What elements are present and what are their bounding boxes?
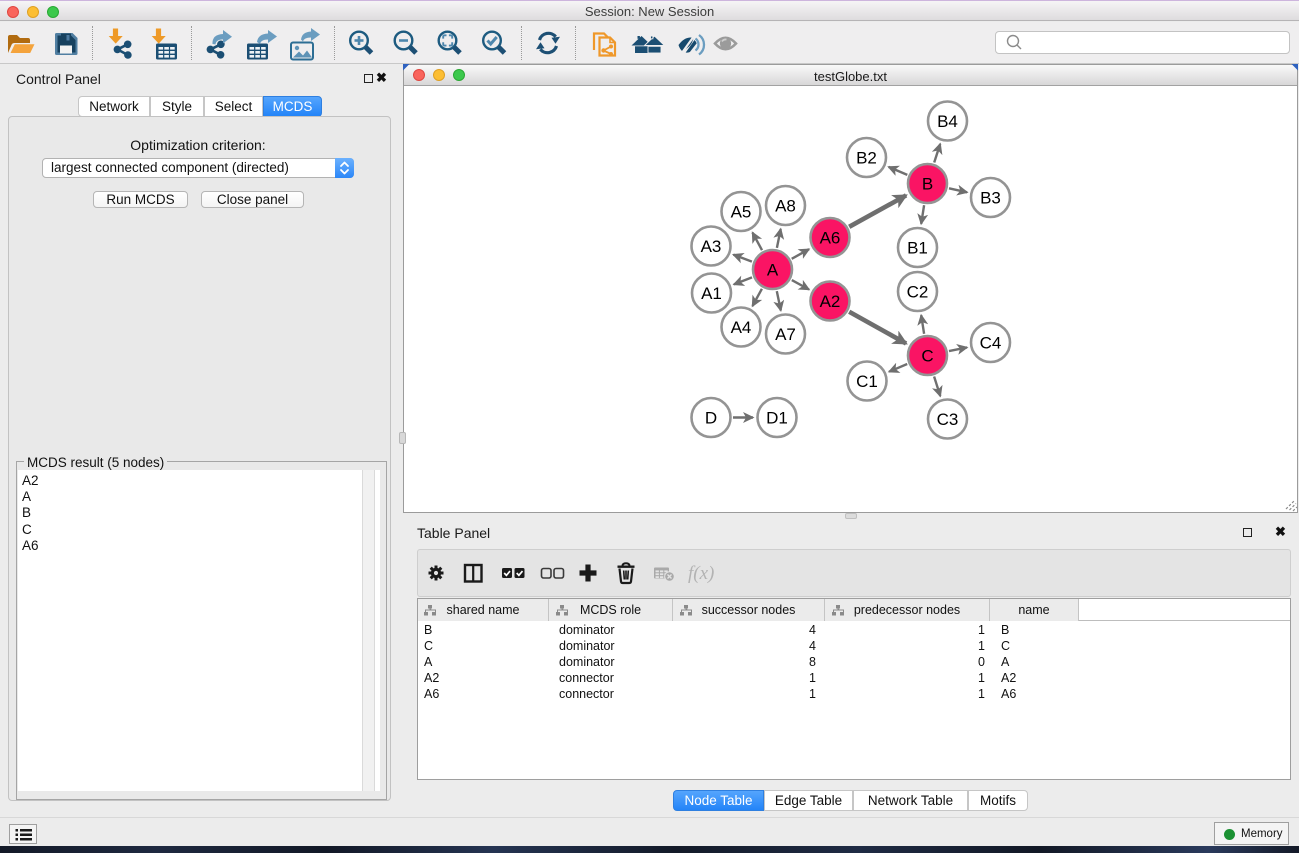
svg-text:C3: C3 [937, 410, 959, 429]
svg-text:A1: A1 [701, 284, 722, 303]
svg-text:B1: B1 [907, 239, 928, 258]
svg-text:A7: A7 [775, 325, 796, 344]
svg-text:B4: B4 [937, 112, 958, 131]
svg-text:A2: A2 [820, 292, 841, 311]
svg-text:C2: C2 [907, 283, 929, 302]
svg-text:A4: A4 [731, 318, 752, 337]
svg-text:A6: A6 [820, 229, 841, 248]
svg-text:f(x): f(x) [688, 563, 714, 584]
svg-text:A: A [767, 261, 779, 280]
svg-text:C1: C1 [856, 372, 878, 391]
svg-text:C: C [921, 347, 933, 366]
svg-text:A8: A8 [775, 197, 796, 216]
svg-text:A3: A3 [701, 237, 722, 256]
svg-text:B: B [922, 175, 933, 194]
svg-text:C4: C4 [980, 334, 1002, 353]
svg-text:D1: D1 [766, 409, 788, 428]
svg-text:D: D [705, 409, 717, 428]
svg-text:A5: A5 [731, 203, 752, 222]
svg-text:B2: B2 [856, 149, 877, 168]
svg-text:B3: B3 [980, 189, 1001, 208]
